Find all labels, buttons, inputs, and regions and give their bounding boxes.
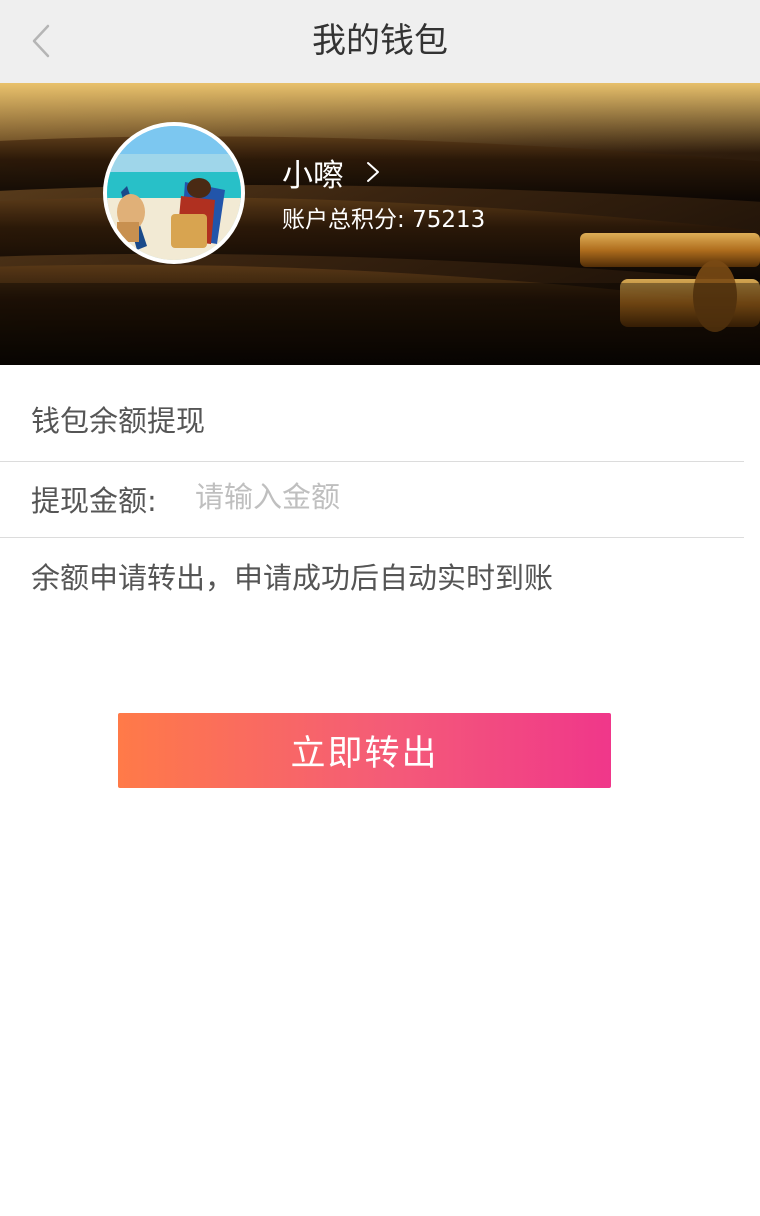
divider — [0, 461, 744, 462]
divider — [0, 537, 744, 538]
username: 小嚓 — [282, 157, 344, 194]
amount-input[interactable] — [195, 474, 715, 520]
points-label: 账户总积分: — [282, 207, 405, 233]
chevron-right-icon — [367, 162, 379, 182]
amount-label: 提现金额: — [31, 484, 157, 518]
page-title: 我的钱包 — [312, 21, 448, 61]
username-link[interactable]: 小嚓 — [282, 150, 384, 194]
withdraw-note: 余额申请转出，申请成功后自动实时到账 — [31, 561, 554, 595]
section-title: 钱包余额提现 — [31, 404, 206, 438]
top-nav-bar: 我的钱包 — [0, 0, 760, 83]
avatar-image — [107, 126, 241, 260]
points-value: 75213 — [412, 207, 486, 233]
profile-banner: 小嚓 账户总积分: 75213 — [0, 83, 760, 365]
avatar[interactable] — [103, 122, 245, 264]
account-points: 账户总积分: 75213 — [282, 200, 485, 234]
transfer-out-button[interactable]: 立即转出 — [118, 713, 611, 788]
